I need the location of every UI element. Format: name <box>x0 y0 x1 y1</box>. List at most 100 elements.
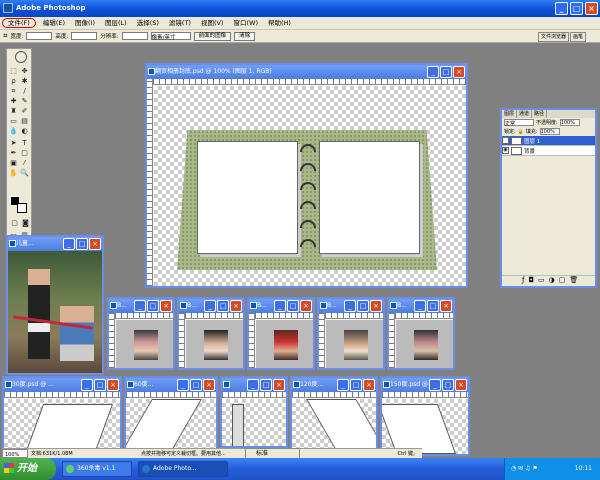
doc-minimize-button[interactable]: _ <box>81 379 93 391</box>
document-titlebar[interactable]: 儿童... _ □ × <box>8 237 102 251</box>
doc-close-button[interactable]: × <box>107 379 119 391</box>
history-brush-tool-icon[interactable]: ✐ <box>20 107 29 115</box>
crop-tool-icon[interactable]: ⌗ <box>3 31 8 41</box>
document-window-main[interactable]: 翻页相册封底.psd @ 100% (图层 1, RGB) _ □ × <box>145 63 468 288</box>
dodge-tool-icon[interactable]: ◐ <box>20 127 29 135</box>
document-window-photo[interactable]: 儿童... _ □ × <box>6 235 104 375</box>
document-titlebar[interactable]: 翻页相册封底.psd @ 100% (图层 1, RGB) _ □ × <box>147 65 466 79</box>
doc-minimize-button[interactable]: _ <box>427 66 439 78</box>
channels-tab[interactable]: 通道 <box>517 110 533 118</box>
crop-tool-icon[interactable]: ⌗ <box>9 87 18 95</box>
doc-size[interactable]: 文档:631K/1.08M <box>28 449 138 458</box>
doc-close-button[interactable]: × <box>363 379 375 391</box>
menu-window[interactable]: 窗口(W) <box>228 17 263 29</box>
canvas[interactable] <box>116 320 173 368</box>
minimize-button[interactable]: _ <box>555 2 568 15</box>
doc-minimize-button[interactable]: _ <box>177 379 189 391</box>
doc-minimize-button[interactable]: _ <box>337 379 349 391</box>
layer-row[interactable]: ◉ 背景 <box>502 146 595 156</box>
document-window-bottom[interactable]: 150度.psd @ ... _ □ × <box>380 376 470 456</box>
taskbar-item[interactable]: 360杀毒 v1.1 <box>62 461 132 477</box>
doc-close-button[interactable]: × <box>370 300 382 312</box>
fill-input[interactable]: 100% <box>539 128 560 135</box>
doc-close-button[interactable]: × <box>160 300 172 312</box>
start-button[interactable]: 开始 <box>0 458 56 480</box>
doc-maximize-button[interactable]: □ <box>287 300 299 312</box>
menu-select[interactable]: 选择(S) <box>132 17 164 29</box>
zoom-field[interactable]: 100% <box>2 449 28 458</box>
brushes-tab[interactable]: 画笔 <box>569 32 586 42</box>
document-window-bottom[interactable]: 30度.psd @ ... _ □ × <box>2 376 122 456</box>
doc-maximize-button[interactable]: □ <box>94 379 106 391</box>
move-tool-icon[interactable]: ✥ <box>20 67 29 75</box>
doc-close-button[interactable]: × <box>89 238 101 250</box>
resolution-input[interactable] <box>121 32 148 40</box>
blend-mode-select[interactable]: 正常 <box>504 119 534 127</box>
doc-minimize-button[interactable]: _ <box>429 379 441 391</box>
doc-maximize-button[interactable]: □ <box>440 66 452 78</box>
canvas[interactable] <box>396 320 453 368</box>
doc-minimize-button[interactable]: _ <box>204 300 216 312</box>
front-image-button[interactable]: 前面的图像 <box>193 31 232 41</box>
menu-image[interactable]: 图像(I) <box>70 17 100 29</box>
doc-close-button[interactable]: × <box>230 300 242 312</box>
menu-edit[interactable]: 编辑(E) <box>38 17 70 29</box>
pen-tool-icon[interactable]: ✒ <box>9 149 18 157</box>
file-browser-tab[interactable]: 文件浏览器 <box>537 32 569 42</box>
document-titlebar[interactable]: B... _ □ × <box>249 299 313 313</box>
document-window-bottom[interactable]: 60度... _ □ × <box>124 376 218 456</box>
canvas[interactable] <box>326 320 383 368</box>
eyedropper-tool-icon[interactable]: ⁄ <box>20 159 29 167</box>
doc-maximize-button[interactable]: □ <box>147 300 159 312</box>
layer-style-icon[interactable]: ƒ <box>522 276 524 286</box>
canvas[interactable] <box>4 399 120 454</box>
document-window-bottom[interactable]: _ □ × <box>220 376 288 448</box>
canvas[interactable] <box>126 399 216 454</box>
blur-tool-icon[interactable]: 💧 <box>9 127 18 135</box>
opacity-input[interactable]: 100% <box>559 119 580 126</box>
document-window-bottom[interactable]: 120度... _ □ × <box>290 376 378 456</box>
doc-maximize-button[interactable]: □ <box>190 379 202 391</box>
doc-close-button[interactable]: × <box>300 300 312 312</box>
shape-tool-icon[interactable]: ▢ <box>20 149 29 157</box>
tray-icons[interactable]: ◔ ✉ ♫ ⚑ <box>511 458 538 480</box>
doc-maximize-button[interactable]: □ <box>260 379 272 391</box>
doc-minimize-button[interactable]: _ <box>344 300 356 312</box>
layer-row[interactable]: ◉ 图层 1 <box>502 136 595 146</box>
document-titlebar[interactable]: B... _ □ × <box>109 299 173 313</box>
close-button[interactable]: × <box>585 2 598 15</box>
document-titlebar[interactable]: B... _ □ × <box>179 299 243 313</box>
brush-tool-icon[interactable]: ✎ <box>20 97 29 105</box>
doc-maximize-button[interactable]: □ <box>427 300 439 312</box>
clear-button[interactable]: 清除 <box>234 31 256 41</box>
canvas[interactable] <box>382 399 468 454</box>
gradient-tool-icon[interactable]: ▤ <box>20 117 29 125</box>
healing-tool-icon[interactable]: ✚ <box>9 97 18 105</box>
visibility-eye-icon[interactable]: ◉ <box>502 147 509 154</box>
canvas[interactable] <box>186 320 243 368</box>
document-window-small[interactable]: B... _ □ × <box>177 297 245 370</box>
magic-wand-tool-icon[interactable]: ✱ <box>20 77 29 85</box>
background-color-swatch[interactable] <box>17 203 27 213</box>
document-titlebar[interactable]: _ □ × <box>222 378 286 392</box>
doc-minimize-button[interactable]: _ <box>63 238 75 250</box>
document-titlebar[interactable]: 60度... _ □ × <box>126 378 216 392</box>
layers-tab[interactable]: 图层 <box>502 110 518 118</box>
stamp-tool-icon[interactable]: ♜ <box>9 107 18 115</box>
doc-maximize-button[interactable]: □ <box>350 379 362 391</box>
delete-layer-icon[interactable]: 🗑 <box>569 276 578 286</box>
path-select-tool-icon[interactable]: ➤ <box>9 139 18 147</box>
document-titlebar[interactable]: B... _ □ × <box>389 299 453 313</box>
taskbar-item[interactable]: Adobe Photo... <box>138 461 228 477</box>
menu-view[interactable]: 视图(V) <box>196 17 229 29</box>
quickmask-on-icon[interactable]: ◙ <box>21 219 30 227</box>
eraser-tool-icon[interactable]: ▭ <box>9 117 18 125</box>
paths-tab[interactable]: 路径 <box>532 110 548 118</box>
doc-maximize-button[interactable]: □ <box>217 300 229 312</box>
doc-minimize-button[interactable]: _ <box>247 379 259 391</box>
marquee-tool-icon[interactable]: ⬚ <box>9 67 18 75</box>
zoom-tool-icon[interactable]: 🔍 <box>20 169 29 177</box>
document-window-small[interactable]: B... _ □ × <box>247 297 315 370</box>
menu-help[interactable]: 帮助(H) <box>263 17 296 29</box>
hand-tool-icon[interactable]: ✋ <box>9 169 18 177</box>
